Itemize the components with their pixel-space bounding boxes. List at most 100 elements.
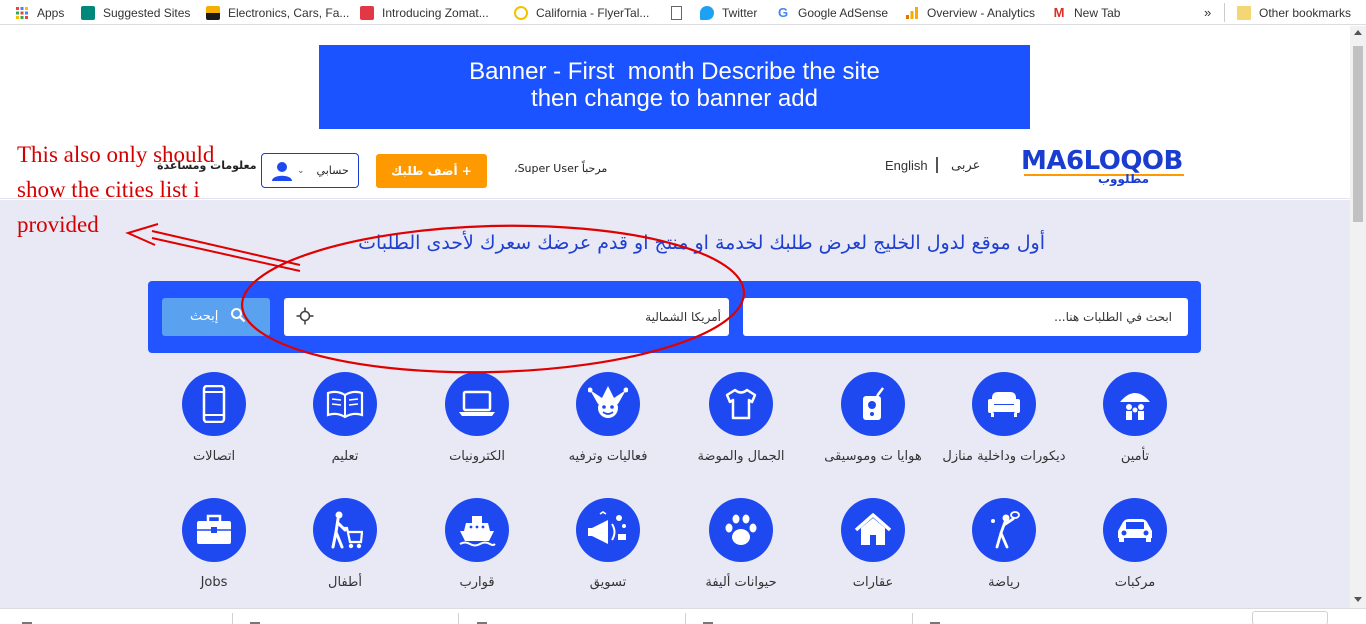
bookmark-flyertalk[interactable]: California - FlyerTal... [514,4,649,21]
overflow-chevron-icon: » [1204,5,1212,20]
category-beauty-fashion[interactable]: الجمال والموضة [671,372,811,464]
bookmark-label: Apps [37,5,65,20]
bookmark-electronics[interactable]: Electronics, Cars, Fa... [206,4,349,21]
jester-hat-icon [576,372,640,436]
bookmark-blank-page[interactable] [671,4,690,21]
gmail-m-icon: M [1053,4,1065,20]
category-jobs[interactable]: Jobs [144,498,284,590]
category-real-estate[interactable]: عقارات [803,498,943,590]
add-request-button[interactable]: + أضف طلبك [376,154,487,188]
tennis-player-icon [972,498,1036,562]
web-page: Banner - First month Describe the site t… [0,26,1350,608]
account-label: حسابي [316,164,349,177]
remote-control-icon [841,372,905,436]
folder-icon [1237,5,1251,20]
bookmark-adsense[interactable]: G Google AdSense [776,4,888,21]
download-divider [458,613,459,624]
category-electronics[interactable]: الكترونيات [407,372,547,464]
category-boats[interactable]: قوارب [407,498,547,590]
laptop-icon [445,372,509,436]
banner-line-2: then change to banner add [531,85,818,112]
boat-icon [445,498,509,562]
smartphone-icon [182,372,246,436]
welcome-text: مرحباً Super User، [514,162,608,175]
category-marketing[interactable]: تسويق [538,498,678,590]
download-divider [685,613,686,624]
bookmark-new-tab[interactable]: M New Tab [1052,4,1121,21]
category-kids[interactable]: أطفال [275,498,415,590]
scroll-up-arrow-icon[interactable] [1354,30,1362,35]
category-label: Jobs [200,575,228,590]
chevron-down-icon: ⌄ [297,165,305,176]
vertical-scrollbar[interactable] [1350,26,1366,608]
user-icon [272,162,292,181]
tshirt-icon [709,372,773,436]
category-label: أطفال [328,575,362,590]
scroll-down-arrow-icon[interactable] [1354,597,1362,602]
bookmarks-bar: Apps Suggested Sites Electronics, Cars, … [0,0,1366,25]
banner-line-1: Banner - First month Describe the site [469,58,880,85]
sofa-icon [972,372,1036,436]
paw-icon [709,498,773,562]
downloads-bar [0,608,1366,624]
english-language-link[interactable]: English [885,158,928,173]
bookmark-twitter[interactable]: Twitter [700,4,757,21]
zomato-icon [360,5,374,20]
top-banner[interactable]: Banner - First month Describe the site t… [319,45,1030,129]
category-vehicles[interactable]: مركبات [1065,498,1205,590]
category-education[interactable]: تعليم [275,372,415,464]
bookmarks-overflow-button[interactable]: » [1204,4,1211,21]
megaphone-icon [576,498,640,562]
logo-arabic-text: مطلووب [1098,172,1150,186]
category-sports[interactable]: رياضة [934,498,1074,590]
download-divider [232,613,233,624]
show-all-downloads-button[interactable] [1252,611,1328,624]
category-events-entertainment[interactable]: فعاليات وترفيه [538,372,678,464]
category-hobbies-music[interactable]: هوايا ت وموسيقى [803,372,943,464]
download-divider [912,613,913,624]
open-book-icon [313,372,377,436]
category-label: تأمين [1120,449,1150,464]
bing-icon [81,5,95,20]
twitter-bird-icon [700,5,714,20]
site-tagline: أول موقع لدول الخليج لعرض طلبك لخدمة او … [358,232,1045,254]
analytics-bars-icon [906,6,918,19]
category-pets[interactable]: حيوانات أليفة [671,498,811,590]
bookmark-label: Electronics, Cars, Fa... [228,5,350,20]
bookmark-label: Other bookmarks [1259,5,1352,20]
search-button[interactable]: إبحث [162,298,270,336]
bookmark-other[interactable]: Other bookmarks [1237,4,1351,21]
category-label: مركبات [1114,575,1156,590]
search-button-label: إبحث [190,309,219,324]
bookmark-apps[interactable]: Apps [15,4,64,21]
search-icon [231,308,246,323]
umbrella-family-icon [1103,372,1167,436]
search-input[interactable]: ابحث في الطلبات هنا... [743,298,1188,336]
stroller-icon [313,498,377,562]
my-account-dropdown[interactable]: ⌄ حسابي [261,153,359,188]
bookmark-label: Twitter [722,5,758,20]
bookmark-analytics[interactable]: Overview - Analytics [905,4,1035,21]
bookmark-label: Suggested Sites [103,5,191,20]
category-label: ديكورات وداخلية منازل [942,449,1066,464]
category-insurance[interactable]: تأمين [1065,372,1205,464]
city-select-input[interactable]: أمريكا الشمالية [284,298,729,336]
scrollbar-thumb[interactable] [1353,46,1363,222]
category-telecom[interactable]: اتصالات [144,372,284,464]
blank-page-icon [671,5,682,20]
bookmark-label: California - FlyerTal... [536,5,650,20]
shopping-bag-icon [206,5,220,20]
arabic-language-link[interactable]: عربى [951,158,980,173]
bookmark-zomato[interactable]: Introducing Zomat... [360,4,489,21]
annotation-note: This also only should show the cities li… [17,142,215,237]
bookmark-label: Google AdSense [798,5,889,20]
category-label: قوارب [459,575,495,590]
locate-crosshair-icon[interactable] [296,307,314,325]
category-home-decor[interactable]: ديكورات وداخلية منازل [934,372,1074,464]
category-label: اتصالات [192,449,236,464]
category-label: تسويق [589,575,627,590]
category-label: عقارات [852,575,894,590]
category-label: حيوانات أليفة [705,575,777,590]
category-label: فعاليات وترفيه [568,449,648,464]
bookmark-suggested-sites[interactable]: Suggested Sites [81,4,190,21]
